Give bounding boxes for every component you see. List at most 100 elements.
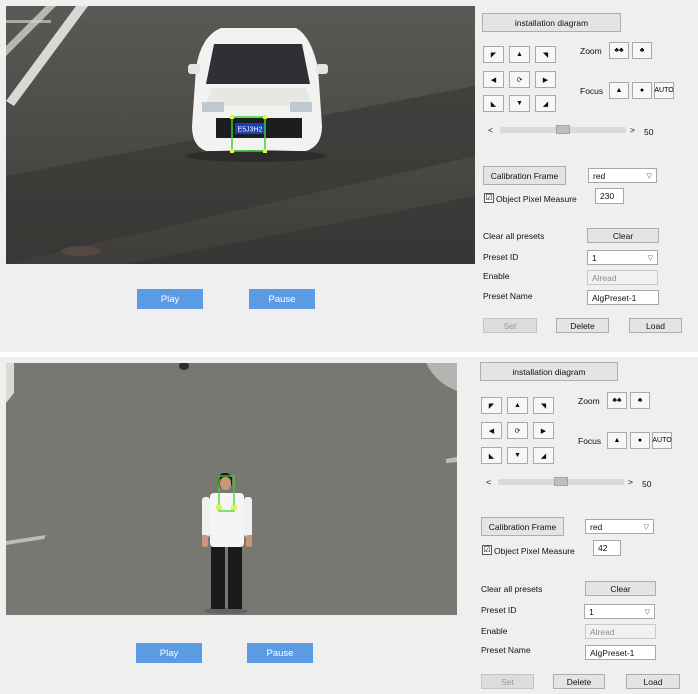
pan-down-left-button[interactable]: ◣ [483,95,504,112]
pan-left-button[interactable]: ◀ [483,71,504,88]
pan-down-button[interactable]: ▼ [509,95,530,112]
trees-icon: ♣♣ [612,397,622,404]
pan-right-button[interactable]: ▶ [535,71,556,88]
arrow-up-left-icon: ◤ [488,402,495,410]
camera-panel-1: E5J3H2 Play Pause installation diagram ◤… [0,0,698,352]
preset-id-select[interactable]: 1 ▽ [587,250,658,265]
arrow-down-icon: ▼ [514,452,521,459]
zoom-in-button[interactable]: ♣ [632,42,652,59]
enable-field [587,270,658,285]
video-feed-car[interactable]: E5J3H2 [6,6,475,264]
pan-right-button[interactable]: ▶ [533,422,554,439]
enable-field [585,624,656,639]
zoom-out-button[interactable]: ♣♣ [609,42,629,59]
ptz-reset-button[interactable]: ⟳ [509,71,530,88]
preset-id-select[interactable]: 1 ▽ [584,604,655,619]
slider-left-arrow[interactable]: < [486,477,491,487]
delete-button[interactable]: Delete [556,318,609,333]
focus-near-button[interactable]: ▲ [609,82,629,99]
object-pixel-measure-label: Object Pixel Measure [496,194,577,204]
refresh-icon: ⟳ [514,427,521,435]
preset-id-label: Preset ID [481,605,517,615]
preset-name-label: Preset Name [483,291,533,301]
tree-icon: ♣ [639,47,645,54]
arrow-up-icon: ▲ [514,402,521,409]
play-button[interactable]: Play [136,643,202,663]
car-scene: E5J3H2 [6,6,475,264]
object-pixel-checkbox[interactable]: ☑ [484,193,494,203]
arrow-up-left-icon: ◤ [490,51,497,59]
focus-far-button[interactable]: ● [632,82,652,99]
frame-color-select[interactable]: red ▽ [588,168,657,183]
arrow-down-right-icon: ◢ [542,100,549,108]
tree-icon: ♣ [637,397,643,404]
clear-button[interactable]: Clear [587,228,659,243]
preset-name-input[interactable] [587,290,659,305]
load-button[interactable]: Load [626,674,680,689]
pan-up-button[interactable]: ▲ [509,46,530,63]
zoom-label: Zoom [578,396,600,406]
play-button[interactable]: Play [137,289,203,309]
calibration-frame-button[interactable]: Calibration Frame [481,517,564,536]
clear-button[interactable]: Clear [585,581,656,596]
installation-diagram-button[interactable]: installation diagram [482,13,621,32]
zoom-slider-thumb[interactable] [554,477,568,486]
clear-all-presets-label: Clear all presets [481,584,543,594]
arrow-left-icon: ◀ [488,427,495,435]
focus-near-button[interactable]: ▲ [607,432,627,449]
video-feed-person[interactable] [6,363,457,615]
frame-color-select[interactable]: red ▽ [585,519,654,534]
arrow-up-right-icon: ◥ [542,51,549,59]
pan-up-right-button[interactable]: ◥ [535,46,556,63]
focus-near-icon: ▲ [613,437,621,444]
refresh-icon: ⟳ [516,76,523,84]
pan-up-right-button[interactable]: ◥ [533,397,554,414]
focus-auto-button[interactable]: AUTO [652,432,672,449]
slider-right-arrow[interactable]: > [628,477,633,487]
measure-value-input[interactable] [593,540,621,556]
preset-id-label: Preset ID [483,252,519,262]
installation-diagram-button[interactable]: installation diagram [480,362,618,381]
pause-button[interactable]: Pause [249,289,315,309]
zoom-out-button[interactable]: ♣♣ [607,392,627,409]
arrow-down-left-icon: ◣ [488,452,495,460]
pan-down-right-button[interactable]: ◢ [535,95,556,112]
calibration-frame-button[interactable]: Calibration Frame [483,166,566,185]
slider-value: 50 [644,127,654,137]
focus-far-button[interactable]: ● [630,432,650,449]
pan-up-left-button[interactable]: ◤ [481,397,502,414]
preset-name-input[interactable] [585,645,656,660]
preset-id-value: 1 [592,252,597,263]
pan-down-button[interactable]: ▼ [507,447,528,464]
focus-far-icon: ● [637,437,643,444]
trees-icon: ♣♣ [614,47,624,54]
frame-color-value: red [590,521,603,532]
enable-label: Enable [481,626,508,636]
arrow-left-icon: ◀ [490,76,497,84]
preset-name-label: Preset Name [481,645,531,655]
object-pixel-checkbox[interactable]: ☑ [482,545,492,555]
load-button[interactable]: Load [629,318,682,333]
measure-value-input[interactable] [595,188,624,204]
arrow-down-left-icon: ◣ [490,100,497,108]
focus-auto-button[interactable]: AUTO [654,82,674,99]
slider-right-arrow[interactable]: > [630,125,635,135]
set-button[interactable]: Set [481,674,534,689]
pause-button[interactable]: Pause [247,643,313,663]
set-button[interactable]: Set [483,318,537,333]
pan-up-left-button[interactable]: ◤ [483,46,504,63]
zoom-slider-thumb[interactable] [556,125,570,134]
zoom-label: Zoom [580,46,602,56]
zoom-in-button[interactable]: ♣ [630,392,650,409]
pan-left-button[interactable]: ◀ [481,422,502,439]
pan-up-button[interactable]: ▲ [507,397,528,414]
arrow-down-icon: ▼ [516,100,523,107]
pan-down-left-button[interactable]: ◣ [481,447,502,464]
pan-down-right-button[interactable]: ◢ [533,447,554,464]
ptz-reset-button[interactable]: ⟳ [507,422,528,439]
delete-button[interactable]: Delete [553,674,605,689]
camera-panel-2: Play Pause installation diagram ◤ ▲ ◥ ◀ … [0,357,698,694]
clear-all-presets-label: Clear all presets [483,231,545,241]
chevron-down-icon: ▽ [643,523,649,531]
slider-left-arrow[interactable]: < [488,125,493,135]
